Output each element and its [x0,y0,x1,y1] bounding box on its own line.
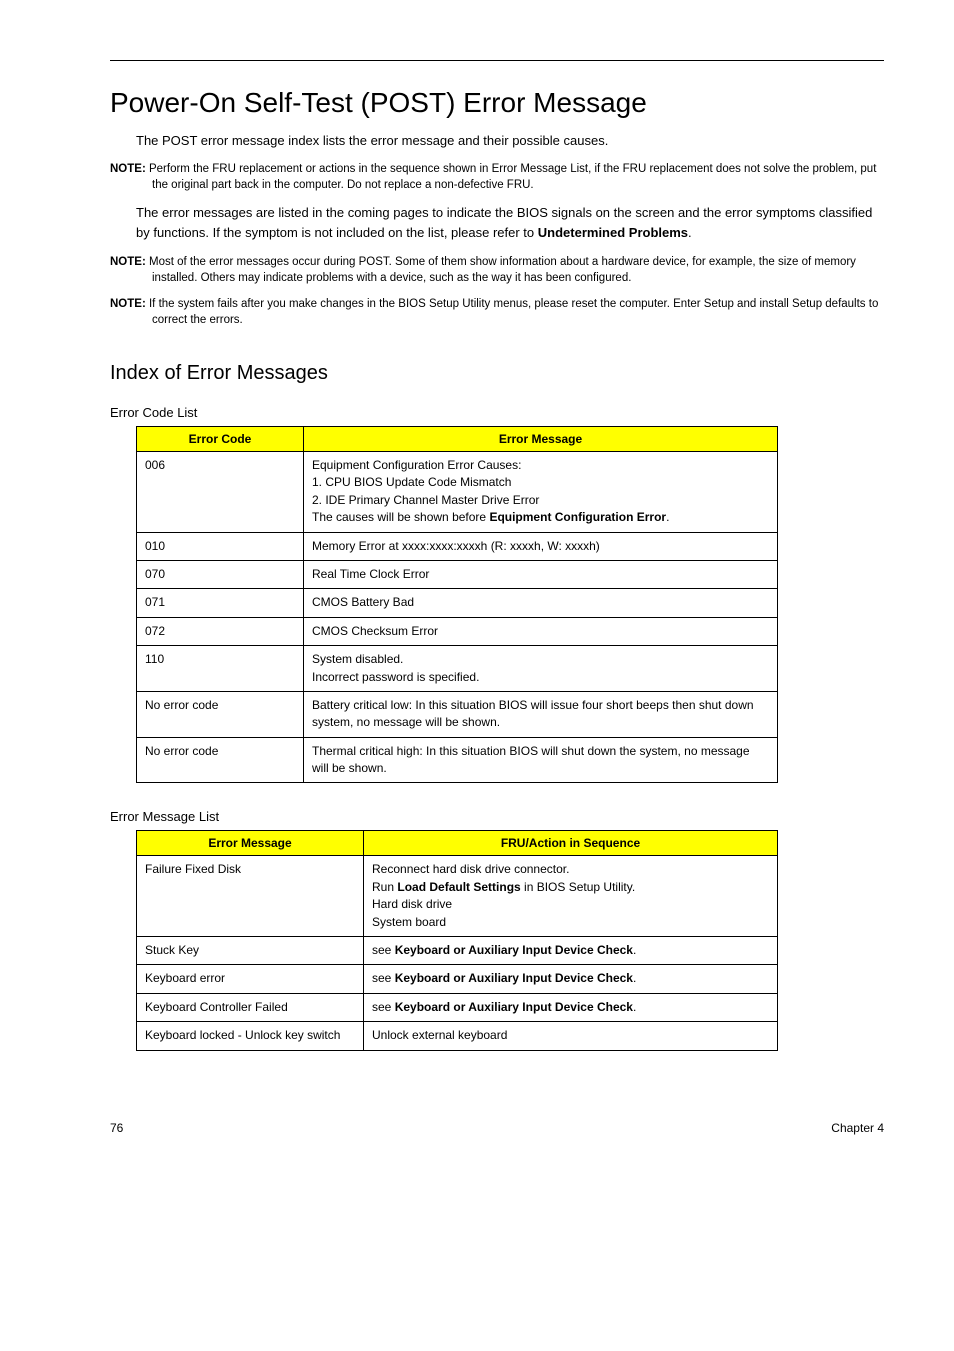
table-row: Keyboard error see Keyboard or Auxiliary… [137,965,778,993]
cell-msg: CMOS Checksum Error [304,617,778,645]
intro-paragraph: The POST error message index lists the e… [136,131,884,151]
table-row: Stuck Key see Keyboard or Auxiliary Inpu… [137,937,778,965]
th-fru-action: FRU/Action in Sequence [364,831,778,856]
line: Equipment Configuration Error Causes: [312,458,521,472]
note-label: NOTE: [110,298,146,310]
a: see [372,1000,395,1014]
line: Hard disk drive [372,897,452,911]
line2a: Run [372,880,397,894]
cell-code: 110 [137,646,304,692]
bold: Keyboard or Auxiliary Input Device Check [395,943,633,957]
cell-msg: Equipment Configuration Error Causes: 1.… [304,451,778,532]
cell-code: 071 [137,589,304,617]
line: System board [372,915,446,929]
note-text: If the system fails after you make chang… [149,298,878,326]
cell-code: 010 [137,532,304,560]
bold: Keyboard or Auxiliary Input Device Check [395,971,633,985]
table2-caption: Error Message List [110,809,884,824]
a: see [372,971,395,985]
table-row: 010 Memory Error at xxxx:xxxx:xxxxh (R: … [137,532,778,560]
error-code-table: Error Code Error Message 006 Equipment C… [136,426,778,783]
cell-msg: Keyboard Controller Failed [137,993,364,1021]
th-error-code: Error Code [137,426,304,451]
b: . [633,943,636,957]
note-label: NOTE: [110,163,146,175]
cell-msg: Stuck Key [137,937,364,965]
note-2: NOTE: Most of the error messages occur d… [110,254,884,286]
para2-a: The error messages are listed in the com… [136,205,872,240]
table1-caption: Error Code List [110,405,884,420]
note-3: NOTE: If the system fails after you make… [110,296,884,328]
table-row: 070 Real Time Clock Error [137,560,778,588]
cell-msg: Memory Error at xxxx:xxxx:xxxxh (R: xxxx… [304,532,778,560]
para-2: The error messages are listed in the com… [136,203,884,243]
table-row: No error code Thermal critical high: In … [137,737,778,783]
section-subhead: Index of Error Messages [110,362,884,385]
line: 1. CPU BIOS Update Code Mismatch [312,475,511,489]
line: System disabled. [312,652,403,666]
cell-msg: Thermal critical high: In this situation… [304,737,778,783]
table-row: Keyboard Controller Failed see Keyboard … [137,993,778,1021]
cell-msg: Keyboard error [137,965,364,993]
table-row: 071 CMOS Battery Bad [137,589,778,617]
table-header-row: Error Code Error Message [137,426,778,451]
note-1: NOTE: Perform the FRU replacement or act… [110,161,884,193]
line: Reconnect hard disk drive connector. [372,862,569,876]
line4bold: Equipment Configuration Error [489,510,666,524]
cell-msg: Battery critical low: In this situation … [304,691,778,737]
para2-b: . [688,225,692,240]
b: . [633,971,636,985]
cell-action: see Keyboard or Auxiliary Input Device C… [364,965,778,993]
top-rule [110,60,884,61]
cell-msg: Keyboard locked - Unlock key switch [137,1022,364,1050]
line2b: in BIOS Setup Utility. [521,880,636,894]
page-footer: 76 Chapter 4 [110,1121,884,1135]
a: see [372,943,395,957]
error-message-table: Error Message FRU/Action in Sequence Fai… [136,830,778,1050]
table-row: No error code Battery critical low: In t… [137,691,778,737]
line2bold: Load Default Settings [397,880,520,894]
table-header-row: Error Message FRU/Action in Sequence [137,831,778,856]
table-row: 006 Equipment Configuration Error Causes… [137,451,778,532]
table-row: Failure Fixed Disk Reconnect hard disk d… [137,856,778,937]
cell-msg: Real Time Clock Error [304,560,778,588]
line4b: . [666,510,669,524]
cell-msg: System disabled. Incorrect password is s… [304,646,778,692]
th-error-message: Error Message [137,831,364,856]
line: 2. IDE Primary Channel Master Drive Erro… [312,493,539,507]
bold: Keyboard or Auxiliary Input Device Check [395,1000,633,1014]
cell-action: Unlock external keyboard [364,1022,778,1050]
cell-code: No error code [137,737,304,783]
line4a: The causes will be shown before [312,510,489,524]
th-error-message: Error Message [304,426,778,451]
cell-msg: CMOS Battery Bad [304,589,778,617]
cell-action: see Keyboard or Auxiliary Input Device C… [364,993,778,1021]
note-text: Perform the FRU replacement or actions i… [149,163,876,191]
cell-code: 070 [137,560,304,588]
cell-action: see Keyboard or Auxiliary Input Device C… [364,937,778,965]
table-row: 110 System disabled. Incorrect password … [137,646,778,692]
para2-bold: Undetermined Problems [538,225,688,240]
cell-action: Reconnect hard disk drive connector. Run… [364,856,778,937]
cell-code: 006 [137,451,304,532]
line: Incorrect password is specified. [312,670,479,684]
note-text: Most of the error messages occur during … [149,256,856,284]
page: Power-On Self-Test (POST) Error Message … [0,0,954,1175]
cell-code: No error code [137,691,304,737]
note-label: NOTE: [110,256,146,268]
page-number: 76 [110,1121,123,1135]
cell-msg: Failure Fixed Disk [137,856,364,937]
table-row: 072 CMOS Checksum Error [137,617,778,645]
chapter-label: Chapter 4 [831,1121,884,1135]
b: . [633,1000,636,1014]
page-title: Power-On Self-Test (POST) Error Message [110,87,884,119]
cell-code: 072 [137,617,304,645]
table-row: Keyboard locked - Unlock key switch Unlo… [137,1022,778,1050]
